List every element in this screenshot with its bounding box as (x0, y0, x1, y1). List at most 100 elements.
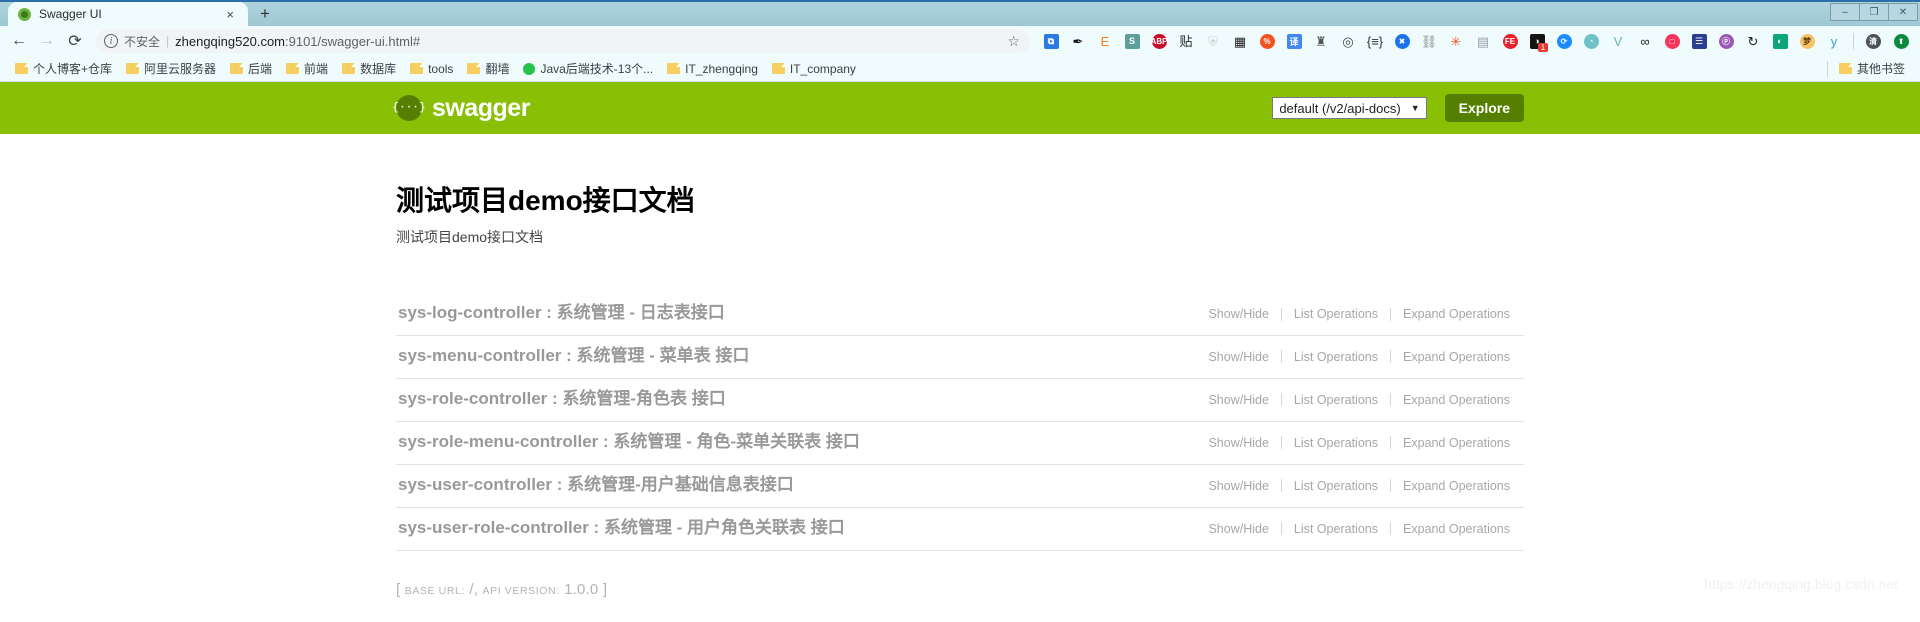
resource-row: sys-user-role-controller : 系统管理 - 用户角色关联… (396, 508, 1524, 551)
resource-row: sys-user-controller : 系统管理-用户基础信息表接口 Show… (396, 465, 1524, 508)
resource-name-link[interactable]: sys-menu-controller : 系统管理 - 菜单表 接口 (398, 345, 749, 368)
bracket-open: [ (396, 580, 401, 598)
api-spec-select[interactable]: default (/v2/api-docs) ▼ (1272, 97, 1427, 119)
sitemap-ext[interactable]: ⛓ (1416, 28, 1442, 54)
browser-tab-swagger-ui[interactable]: Swagger UI × (8, 2, 248, 26)
show-hide-link[interactable]: Show/Hide (1196, 393, 1280, 407)
expand-operations-link[interactable]: Expand Operations (1391, 393, 1522, 407)
minimize-icon[interactable]: – (1830, 3, 1860, 21)
bookmark-item[interactable]: 后端 (223, 58, 279, 79)
show-hide-link[interactable]: Show/Hide (1196, 522, 1280, 536)
bookmarks-bar: 个人博客+仓库 阿里云服务器 后端 前端 数据库 tools 翻墙 Java后端技术-13个.… (0, 56, 1920, 81)
list-operations-link[interactable]: List Operations (1282, 479, 1390, 493)
screenshot-ext[interactable]: ⧉ (1038, 28, 1064, 54)
bookmark-item[interactable]: IT_zhengqing (660, 60, 765, 78)
resource-name-link[interactable]: sys-user-role-controller : 系统管理 - 用户角色关联… (398, 517, 845, 540)
list-operations-link[interactable]: List Operations (1282, 307, 1390, 321)
bookmark-item[interactable]: 个人博客+仓库 (8, 58, 119, 79)
chrome-menu-icon[interactable]: ⬆ (1888, 28, 1914, 54)
dark-reader-ext[interactable]: ◑ 1 (1524, 28, 1550, 54)
asterisk-ext[interactable]: ✳ (1443, 28, 1469, 54)
swagger-logo[interactable]: {···} swagger (393, 94, 531, 123)
adblock-plus-ext[interactable]: ABP (1146, 28, 1172, 54)
bookmark-item[interactable]: 阿里云服务器 (119, 58, 223, 79)
expand-operations-link[interactable]: Expand Operations (1391, 350, 1522, 364)
list-operations-link[interactable]: List Operations (1282, 436, 1390, 450)
sync-ext[interactable]: ⟳ (1551, 28, 1577, 54)
vue-devtools-ext[interactable]: V (1605, 28, 1631, 54)
chat-ext[interactable]: □ (1659, 28, 1685, 54)
bookmark-item[interactable]: IT_company (765, 60, 863, 78)
bookmark-star-icon[interactable]: ☆ (1007, 33, 1022, 50)
url-path: :9101/swagger-ui.html# (285, 33, 421, 49)
expand-operations-link[interactable]: Expand Operations (1391, 436, 1522, 450)
google-translate-ext[interactable]: 译 (1281, 28, 1307, 54)
link-ext[interactable]: ∞ (1632, 28, 1658, 54)
qrcode-icon: ▦ (1233, 33, 1247, 49)
code-ext[interactable]: {≡} (1362, 28, 1388, 54)
base-url-label: BASE URL: (404, 584, 466, 597)
orange-seal-ext[interactable]: 梦 (1794, 28, 1820, 54)
bookmark-item[interactable]: 数据库 (335, 58, 403, 79)
maximize-icon[interactable]: ❐ (1859, 3, 1889, 21)
list-operations-link[interactable]: List Operations (1282, 522, 1390, 536)
disc-ext[interactable]: ◔ (1578, 28, 1604, 54)
expand-operations-link[interactable]: Expand Operations (1391, 479, 1522, 493)
green-ext[interactable]: ◐ (1767, 28, 1793, 54)
wheel-ext[interactable]: ◎ (1335, 28, 1361, 54)
stylish-ext[interactable]: S (1119, 28, 1145, 54)
expand-operations-link[interactable]: Expand Operations (1391, 522, 1522, 536)
list-operations-link[interactable]: List Operations (1282, 393, 1390, 407)
address-bar[interactable]: i 不安全 | zhengqing520.com:9101/swagger-ui… (96, 29, 1030, 53)
qrcode-ext[interactable]: ▦ (1227, 28, 1253, 54)
resource-name-link[interactable]: sys-role-controller : 系统管理-角色表 接口 (398, 388, 726, 411)
new-tab-button[interactable]: + (248, 5, 282, 24)
folder-icon (771, 63, 785, 74)
resource-name-link[interactable]: sys-log-controller : 系统管理 - 日志表接口 (398, 302, 725, 325)
extension-badge: 1 (1538, 43, 1548, 52)
y-ext[interactable]: у (1821, 28, 1847, 54)
forward-icon[interactable]: → (34, 28, 60, 54)
bookmark-item[interactable]: 前端 (279, 58, 335, 79)
grid-ext[interactable]: ▤ (1470, 28, 1496, 54)
back-icon[interactable]: ← (6, 28, 32, 54)
close-window-icon[interactable]: ✕ (1888, 3, 1918, 21)
bookmark-item[interactable]: 翻墙 (460, 58, 516, 79)
bookmark-other[interactable]: 其他书签 (1832, 58, 1912, 79)
bookmark-label: tools (428, 61, 454, 76)
explore-button[interactable]: Explore (1444, 94, 1524, 122)
reader-ext[interactable]: ☰ (1686, 28, 1712, 54)
site-info-icon[interactable]: i (104, 34, 118, 48)
swagger-page: {···} swagger default (/v2/api-docs) ▼ E… (0, 82, 1920, 602)
resource-name-link[interactable]: sys-user-controller : 系统管理-用户基础信息表接口 (398, 474, 794, 497)
close-tab-icon[interactable]: × (220, 8, 240, 21)
show-hide-link[interactable]: Show/Hide (1196, 307, 1280, 321)
chevron-down-icon: ▼ (1410, 103, 1420, 113)
blue-circle-ext[interactable]: ✖ (1389, 28, 1415, 54)
resource-name-link[interactable]: sys-role-menu-controller : 系统管理 - 角色-菜单关… (398, 431, 860, 454)
list-operations-link[interactable]: List Operations (1282, 350, 1390, 364)
show-hide-link[interactable]: Show/Hide (1196, 350, 1280, 364)
show-hide-link[interactable]: Show/Hide (1196, 436, 1280, 450)
profile-avatar[interactable]: 清 (1860, 28, 1886, 54)
other-bookmarks-area: 其他书签 (1823, 58, 1912, 79)
refresh-ext[interactable]: ↻ (1740, 28, 1766, 54)
folder-icon (1838, 63, 1852, 74)
fe-helper-ext[interactable]: FE (1497, 28, 1523, 54)
green-icon: ◐ (1772, 33, 1788, 49)
expand-operations-link[interactable]: Expand Operations (1391, 307, 1522, 321)
shield-ext[interactable]: ⛨ (1200, 28, 1226, 54)
bookmark-item[interactable]: tools (403, 60, 460, 78)
omnibox-divider: | (166, 34, 170, 48)
show-hide-link[interactable]: Show/Hide (1196, 479, 1280, 493)
drum-ext[interactable]: ♜ (1308, 28, 1334, 54)
paste-ext[interactable]: 贴 (1173, 28, 1199, 54)
feather-ext[interactable]: ✒ (1065, 28, 1091, 54)
markdown-ext[interactable]: % (1254, 28, 1280, 54)
evernote-ext[interactable]: E (1092, 28, 1118, 54)
bookmarks-divider (1826, 60, 1828, 77)
purple-ext[interactable]: ⓟ (1713, 28, 1739, 54)
reload-icon[interactable]: ⟳ (62, 28, 88, 54)
bookmark-item[interactable]: Java后端技术-13个... (516, 58, 660, 79)
bookmark-label: Java后端技术-13个... (540, 62, 654, 76)
